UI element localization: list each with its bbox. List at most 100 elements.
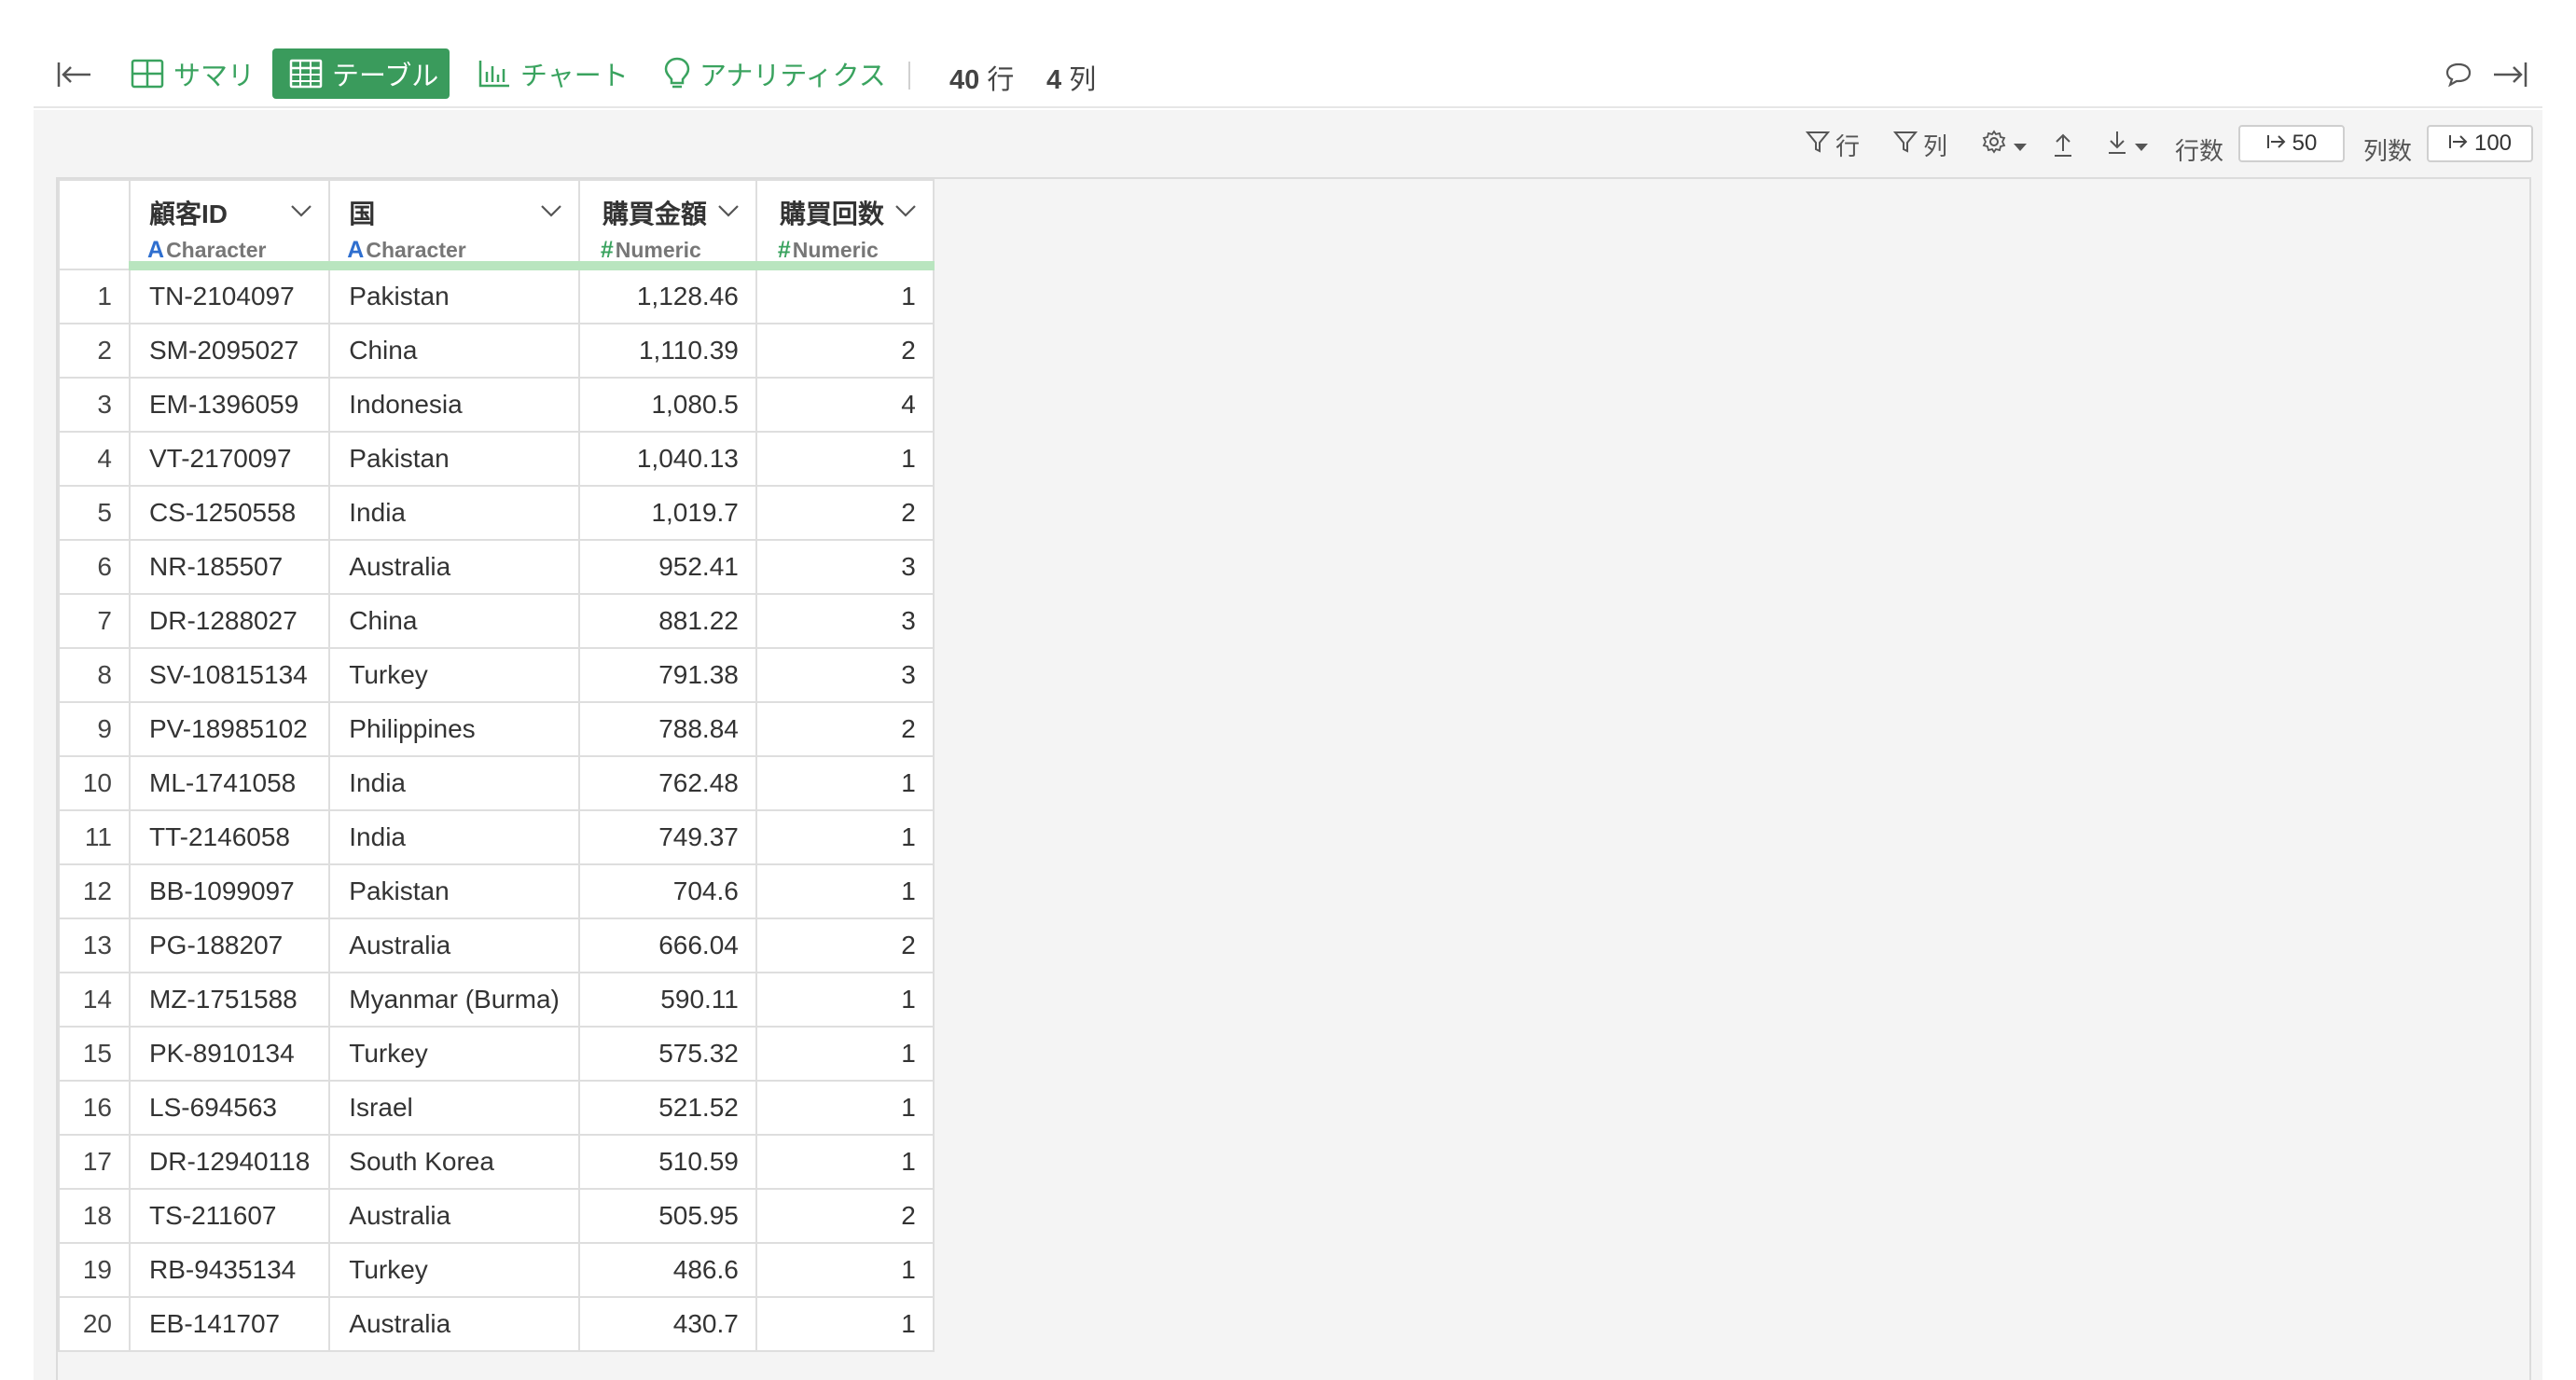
upload-icon[interactable] — [2052, 127, 2074, 162]
customer-id-cell[interactable]: PG-188207 — [128, 918, 331, 973]
settings-dropdown-button[interactable] — [1981, 127, 2028, 162]
country-cell[interactable]: Pakistan — [328, 431, 580, 487]
customer-id-cell[interactable]: LS-694563 — [128, 1080, 331, 1136]
collapse-panel-icon[interactable] — [2488, 56, 2531, 93]
country-cell[interactable]: Australia — [328, 918, 580, 973]
purchase-count-cell[interactable]: 1 — [755, 1296, 935, 1352]
customer-id-cell[interactable]: RB-9435134 — [128, 1242, 331, 1298]
customer-id-cell[interactable]: DR-12940118 — [128, 1134, 331, 1190]
purchase-count-cell[interactable]: 2 — [755, 701, 935, 757]
purchase-count-cell[interactable]: 1 — [755, 809, 935, 865]
purchase-count-cell[interactable]: 1 — [755, 863, 935, 919]
customer-id-cell[interactable]: EB-141707 — [128, 1296, 331, 1352]
customer-id-cell[interactable]: TS-211607 — [128, 1188, 331, 1244]
country-cell[interactable]: Indonesia — [328, 377, 580, 433]
tab-summary[interactable]: サマリ — [114, 48, 271, 99]
purchase-count-cell[interactable]: 1 — [755, 1242, 935, 1298]
purchase-amount-cell[interactable]: 430.7 — [577, 1296, 757, 1352]
customer-id-cell[interactable]: SM-2095027 — [128, 323, 331, 379]
purchase-count-cell[interactable]: 1 — [755, 1080, 935, 1136]
chevron-down-icon[interactable] — [893, 201, 918, 220]
country-cell[interactable]: Philippines — [328, 701, 580, 757]
purchase-amount-cell[interactable]: 521.52 — [577, 1080, 757, 1136]
tab-table[interactable]: テーブル — [272, 48, 450, 99]
customer-id-cell[interactable]: TN-2104097 — [128, 269, 331, 324]
purchase-amount-cell[interactable]: 881.22 — [577, 593, 757, 649]
purchase-count-cell[interactable]: 1 — [755, 755, 935, 811]
country-cell[interactable]: Turkey — [328, 1026, 580, 1082]
download-dropdown-button[interactable] — [2106, 127, 2149, 162]
back-arrow-icon[interactable] — [54, 56, 95, 93]
tab-analytics[interactable]: アナリティクス — [647, 48, 903, 99]
country-cell[interactable]: South Korea — [328, 1134, 580, 1190]
customer-id-cell[interactable]: PK-8910134 — [128, 1026, 331, 1082]
purchase-amount-cell[interactable]: 505.95 — [577, 1188, 757, 1244]
purchase-amount-cell[interactable]: 486.6 — [577, 1242, 757, 1298]
purchase-count-cell[interactable]: 3 — [755, 539, 935, 595]
chevron-down-icon[interactable] — [716, 201, 741, 220]
purchase-amount-cell[interactable]: 788.84 — [577, 701, 757, 757]
customer-id-cell[interactable]: MZ-1751588 — [128, 972, 331, 1028]
purchase-count-cell[interactable]: 2 — [755, 323, 935, 379]
purchase-amount-cell[interactable]: 1,019.7 — [577, 485, 757, 541]
country-cell[interactable]: India — [328, 755, 580, 811]
column-header[interactable]: 国 A Character — [328, 179, 580, 270]
row-filter-button[interactable]: 行 — [1805, 127, 1860, 162]
purchase-count-cell[interactable]: 1 — [755, 1026, 935, 1082]
country-cell[interactable]: Pakistan — [328, 863, 580, 919]
customer-id-cell[interactable]: SV-10815134 — [128, 647, 331, 703]
country-cell[interactable]: Turkey — [328, 647, 580, 703]
purchase-amount-cell[interactable]: 590.11 — [577, 972, 757, 1028]
country-cell[interactable]: India — [328, 485, 580, 541]
customer-id-cell[interactable]: ML-1741058 — [128, 755, 331, 811]
purchase-count-cell[interactable]: 3 — [755, 647, 935, 703]
country-cell[interactable]: China — [328, 323, 580, 379]
customer-id-cell[interactable]: VT-2170097 — [128, 431, 331, 487]
purchase-amount-cell[interactable]: 952.41 — [577, 539, 757, 595]
purchase-amount-cell[interactable]: 1,040.13 — [577, 431, 757, 487]
country-cell[interactable]: Australia — [328, 1296, 580, 1352]
customer-id-cell[interactable]: TT-2146058 — [128, 809, 331, 865]
purchase-amount-cell[interactable]: 791.38 — [577, 647, 757, 703]
purchase-count-cell[interactable]: 1 — [755, 431, 935, 487]
purchase-count-cell[interactable]: 4 — [755, 377, 935, 433]
customer-id-cell[interactable]: NR-185507 — [128, 539, 331, 595]
column-header[interactable]: 顧客ID A Character — [128, 179, 331, 270]
country-cell[interactable]: Israel — [328, 1080, 580, 1136]
purchase-count-cell[interactable]: 1 — [755, 269, 935, 324]
purchase-count-cell[interactable]: 2 — [755, 1188, 935, 1244]
purchase-count-cell[interactable]: 1 — [755, 1134, 935, 1190]
purchase-amount-cell[interactable]: 762.48 — [577, 755, 757, 811]
country-cell[interactable]: India — [328, 809, 580, 865]
country-cell[interactable]: Myanmar (Burma) — [328, 972, 580, 1028]
column-header[interactable]: 購買金額 # Numeric — [577, 179, 757, 270]
purchase-count-cell[interactable]: 1 — [755, 972, 935, 1028]
purchase-amount-cell[interactable]: 749.37 — [577, 809, 757, 865]
column-filter-button[interactable]: 列 — [1892, 127, 1947, 162]
chevron-down-icon[interactable] — [539, 201, 563, 220]
customer-id-cell[interactable]: PV-18985102 — [128, 701, 331, 757]
comment-icon[interactable] — [2440, 56, 2477, 93]
country-cell[interactable]: Turkey — [328, 1242, 580, 1298]
customer-id-cell[interactable]: BB-1099097 — [128, 863, 331, 919]
customer-id-cell[interactable]: DR-1288027 — [128, 593, 331, 649]
purchase-amount-cell[interactable]: 575.32 — [577, 1026, 757, 1082]
purchase-amount-cell[interactable]: 1,110.39 — [577, 323, 757, 379]
column-header[interactable]: 購買回数 # Numeric — [755, 179, 935, 270]
tab-chart[interactable]: チャート — [461, 48, 645, 99]
purchase-amount-cell[interactable]: 510.59 — [577, 1134, 757, 1190]
customer-id-cell[interactable]: CS-1250558 — [128, 485, 331, 541]
purchase-count-cell[interactable]: 2 — [755, 918, 935, 973]
purchase-amount-cell[interactable]: 1,080.5 — [577, 377, 757, 433]
purchase-amount-cell[interactable]: 704.6 — [577, 863, 757, 919]
customer-id-cell[interactable]: EM-1396059 — [128, 377, 331, 433]
columns-limit-input[interactable]: 100 — [2427, 125, 2533, 162]
purchase-count-cell[interactable]: 2 — [755, 485, 935, 541]
purchase-count-cell[interactable]: 3 — [755, 593, 935, 649]
country-cell[interactable]: Australia — [328, 539, 580, 595]
country-cell[interactable]: Australia — [328, 1188, 580, 1244]
purchase-amount-cell[interactable]: 666.04 — [577, 918, 757, 973]
chevron-down-icon[interactable] — [289, 201, 313, 220]
rows-limit-input[interactable]: 50 — [2238, 125, 2345, 162]
purchase-amount-cell[interactable]: 1,128.46 — [577, 269, 757, 324]
